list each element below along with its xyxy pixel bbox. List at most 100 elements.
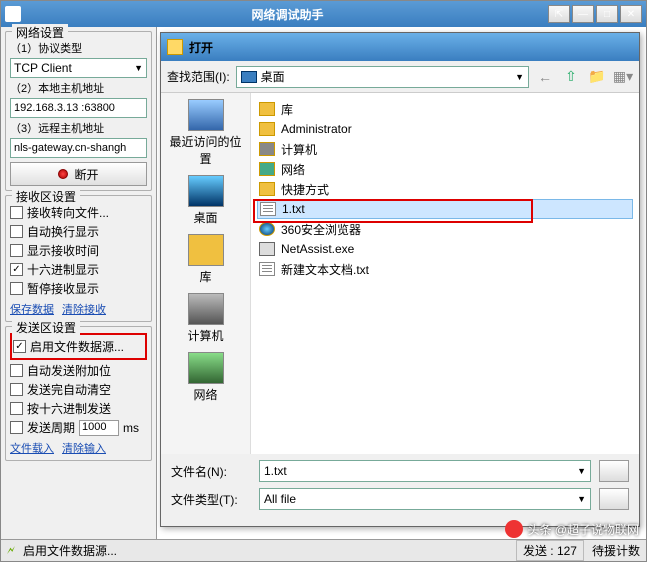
watermark: 头条 @超子说物联网 (505, 520, 639, 538)
folder-open-icon (167, 39, 183, 55)
option-label: 启用文件数据源... (30, 338, 124, 355)
checkbox[interactable]: ✓ (13, 340, 26, 353)
send-option[interactable]: 发送完自动清空 (10, 381, 147, 398)
dialog-toolbar: 查找范围(I): 桌面 ▼ ← ⇧ 📁 ▦▾ (161, 61, 639, 93)
filetype-label: 文件类型(T): (171, 491, 251, 508)
app-icon (5, 6, 21, 22)
open-button[interactable] (599, 460, 629, 482)
filename-label: 文件名(N): (171, 463, 251, 480)
clear-recv-link[interactable]: 清除接收 (62, 301, 106, 317)
back-icon[interactable]: ← (535, 67, 555, 87)
checkbox[interactable] (10, 383, 23, 396)
pin-button[interactable]: ⇱ (548, 5, 570, 23)
file-item[interactable]: 计算机 (257, 139, 633, 159)
filetype-combo[interactable]: All file ▼ (259, 488, 591, 510)
recv-option[interactable]: 暂停接收显示 (10, 280, 147, 297)
disconnect-button[interactable]: 断开 (10, 162, 147, 186)
send-option[interactable]: 发送周期1000 ms (10, 419, 147, 436)
file-list[interactable]: 库 Administrator 计算机网络快捷方式1.txt 360安全浏览器NetA… (251, 93, 639, 454)
place-lib[interactable]: 库 (166, 234, 246, 285)
checkbox[interactable] (10, 364, 23, 377)
protocol-label: （1）协议类型 (10, 40, 147, 56)
send-option[interactable]: 自动发送附加位 (10, 362, 147, 379)
file-item[interactable]: 快捷方式 (257, 179, 633, 199)
send-option[interactable]: 按十六进制发送 (10, 400, 147, 417)
checkbox[interactable] (10, 225, 23, 238)
file-item[interactable]: 360安全浏览器 (257, 219, 633, 239)
remote-host-input[interactable] (10, 138, 147, 158)
dialog-titlebar: 打开 (161, 33, 639, 61)
window-title: 网络调试助手 (27, 6, 548, 23)
send-option[interactable]: ✓ 启用文件数据源... (13, 338, 144, 355)
place-label: 最近访问的位置 (166, 133, 246, 167)
place-desk[interactable]: 桌面 (166, 175, 246, 226)
option-label: 暂停接收显示 (27, 280, 99, 297)
local-host-label: （2）本地主机地址 (10, 80, 147, 96)
file-item[interactable]: 网络 (257, 159, 633, 179)
folder-icon (259, 182, 275, 196)
recv-settings-group: 接收区设置 接收转向文件...自动换行显示显示接收时间✓十六进制显示暂停接收显示… (5, 195, 152, 322)
file-item[interactable]: Administrator (257, 119, 633, 139)
file-label: 新建文本文档.txt (281, 261, 369, 278)
recv-option[interactable]: 显示接收时间 (10, 242, 147, 259)
checkbox[interactable] (10, 244, 23, 257)
file-load-link[interactable]: 文件载入 (10, 440, 54, 456)
file-label: 360安全浏览器 (281, 221, 361, 238)
chevron-down-icon: ▼ (577, 466, 586, 476)
send-count: 发送 : 127 (516, 540, 584, 561)
view-menu-icon[interactable]: ▦▾ (613, 67, 633, 87)
status-indicator-icon: 🗲 (7, 543, 15, 558)
recv-option[interactable]: ✓ 十六进制显示 (10, 261, 147, 278)
folder-icon (259, 122, 275, 136)
filename-value: 1.txt (264, 464, 287, 478)
file-item[interactable]: 新建文本文档.txt (257, 259, 633, 279)
minimize-button[interactable]: — (572, 5, 594, 23)
net-icon (259, 162, 275, 176)
recv-option[interactable]: 接收转向文件... (10, 204, 147, 221)
local-host-input[interactable] (10, 98, 147, 118)
new-folder-icon[interactable]: 📁 (587, 67, 607, 87)
up-icon[interactable]: ⇧ (561, 67, 581, 87)
checkbox[interactable] (10, 206, 23, 219)
recv-option[interactable]: 自动换行显示 (10, 223, 147, 240)
cancel-button[interactable] (599, 488, 629, 510)
option-label: 自动发送附加位 (27, 362, 111, 379)
option-label: 十六进制显示 (27, 261, 99, 278)
checkbox[interactable] (10, 282, 23, 295)
save-data-link[interactable]: 保存数据 (10, 301, 54, 317)
option-label: 发送周期 (27, 419, 75, 436)
place-label: 网络 (166, 386, 246, 403)
option-label: 发送完自动清空 (27, 381, 111, 398)
file-item[interactable]: 1.txt (257, 199, 633, 219)
left-panel: 网络设置 （1）协议类型 TCP Client ▼ （2）本地主机地址 （3）远… (1, 27, 156, 539)
txt-icon (259, 262, 275, 276)
period-input[interactable]: 1000 (79, 420, 119, 436)
clear-input-link[interactable]: 清除输入 (62, 440, 106, 456)
chevron-down-icon: ▼ (134, 63, 143, 73)
place-recent[interactable]: 最近访问的位置 (166, 99, 246, 167)
lookin-combo[interactable]: 桌面 ▼ (236, 66, 529, 88)
maximize-button[interactable]: □ (596, 5, 618, 23)
file-item[interactable]: 库 (257, 99, 633, 119)
file-label: 网络 (281, 161, 305, 178)
file-label: 计算机 (281, 141, 317, 158)
place-net[interactable]: 网络 (166, 352, 246, 403)
close-button[interactable]: ✕ (620, 5, 642, 23)
comp-icon (259, 142, 275, 156)
filename-combo[interactable]: 1.txt ▼ (259, 460, 591, 482)
places-bar: 最近访问的位置桌面库计算机网络 (161, 93, 251, 454)
desktop-icon (241, 71, 257, 83)
place-comp[interactable]: 计算机 (166, 293, 246, 344)
group-title: 接收区设置 (12, 188, 80, 205)
protocol-value: TCP Client (14, 61, 72, 75)
checkbox[interactable]: ✓ (10, 263, 23, 276)
record-icon (58, 169, 68, 179)
file-label: Administrator (281, 122, 352, 136)
recent-icon (188, 99, 224, 131)
option-label: 按十六进制发送 (27, 400, 111, 417)
protocol-combo[interactable]: TCP Client ▼ (10, 58, 147, 78)
network-settings-group: 网络设置 （1）协议类型 TCP Client ▼ （2）本地主机地址 （3）远… (5, 31, 152, 191)
file-item[interactable]: NetAssist.exe (257, 239, 633, 259)
checkbox[interactable] (10, 402, 23, 415)
checkbox[interactable] (10, 421, 23, 434)
